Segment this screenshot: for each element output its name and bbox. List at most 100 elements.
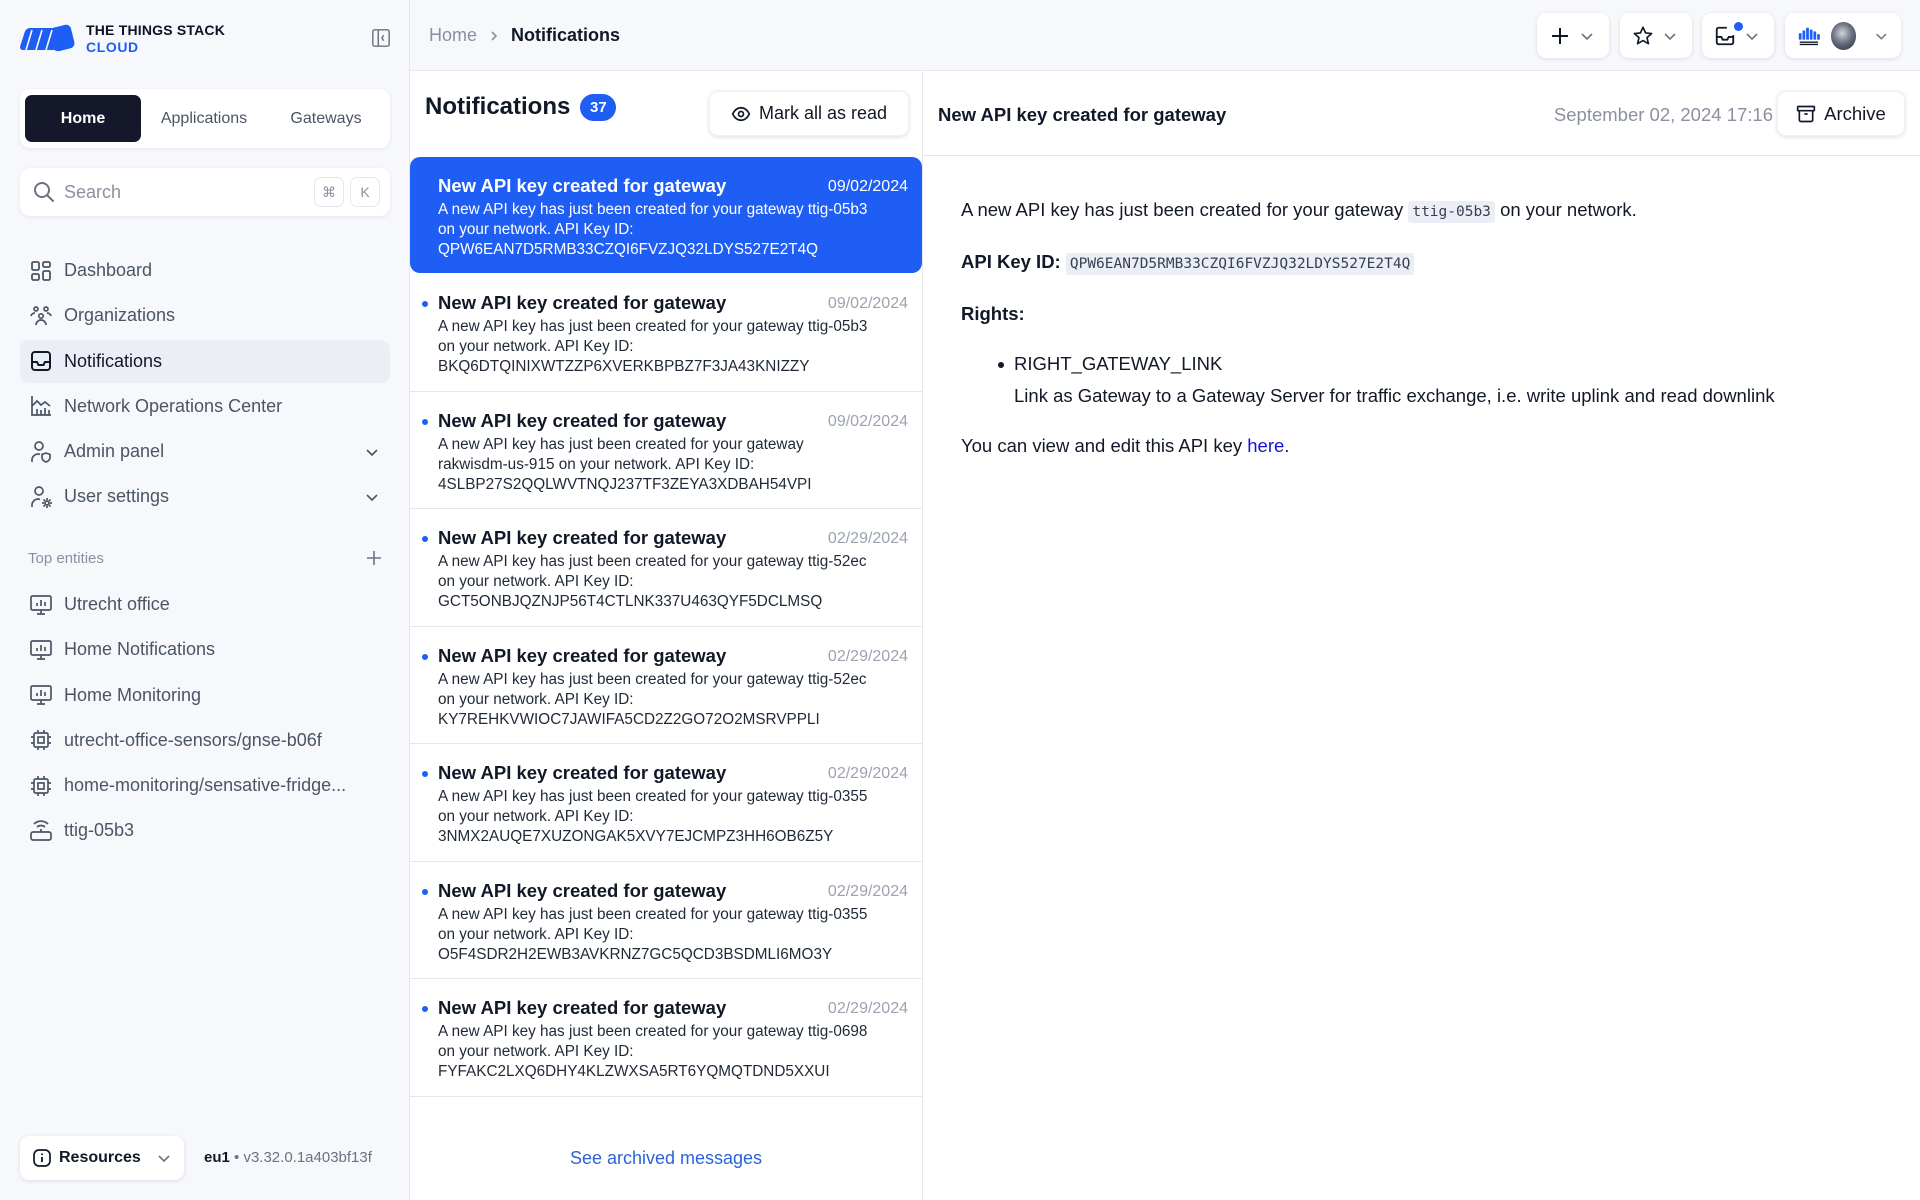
entity-item[interactable]: Utrecht office [20,583,390,626]
star-icon [1633,25,1653,45]
gateway-icon [30,820,52,841]
shortcut-key-k: K [350,177,380,207]
notification-date: 02/29/2024 [827,882,908,900]
sidebar-item-dashboard[interactable]: Dashboard [20,249,390,292]
tab-gateways[interactable]: Gateways [267,95,385,142]
notification-date: 09/02/2024 [827,178,908,195]
sidebar: THE THINGS STACK CLOUD Home Applications… [0,0,410,1200]
tab-applications[interactable]: Applications [141,95,267,142]
detail-body: A new API key has just been created for … [961,197,1775,483]
dashboard-icon [31,260,51,281]
application-icon [30,594,52,615]
sidebar-item-label: User settings [64,486,170,507]
add-entity-icon[interactable] [365,549,383,567]
notification-date: 02/29/2024 [827,647,908,665]
unread-dot [422,418,428,425]
user-shield-icon [31,440,51,463]
version-info: eu1 • v3.32.0.1a403bf13f [204,1149,372,1166]
sidebar-item-admin-panel[interactable]: Admin panel [20,430,390,473]
entity-item[interactable]: Home Notifications [20,628,390,671]
sidebar-item-label: Organizations [64,305,176,326]
sidebar-item-user-settings[interactable]: User settings [20,475,390,518]
user-menu-button[interactable] [1785,13,1901,58]
api-key-row: API Key ID: QPW6EAN7D5RMB33CZQI6FVZJQ32L… [961,249,1775,277]
notification-item[interactable]: New API key created for gateway 02/29/20… [410,979,922,1097]
notification-preview: A new API key has just been created for … [438,1023,868,1080]
unread-dot [422,653,428,660]
top-entities-header: Top entities [28,549,383,567]
brand-logo[interactable]: THE THINGS STACK CLOUD [18,22,225,56]
sidebar-item-network-operations-center[interactable]: Network Operations Center [20,385,390,428]
entity-label: utrecht-office-sensors/gnse-b06f [64,729,322,750]
resources-label: Resources [59,1149,141,1166]
entity-label: home-monitoring/sensative-fridge... [64,775,347,796]
notification-preview: A new API key has just been created for … [438,788,868,845]
application-icon [30,639,52,660]
entity-item[interactable]: ttig-05b3 [20,809,390,852]
top-entities-list: Utrecht office Home Notifications Home M… [20,583,390,855]
intro-text: A new API key has just been created for … [961,199,1404,220]
unread-indicator [1734,22,1743,31]
organization-logo-icon [1798,27,1820,45]
entity-item[interactable]: utrecht-office-sensors/gnse-b06f [20,719,390,762]
search-box[interactable]: ⌘ K [20,168,390,216]
archive-label: Archive [1824,102,1886,124]
rights-heading: Rights: [961,303,1025,324]
notification-date: 02/29/2024 [827,765,908,782]
breadcrumb-home[interactable]: Home [429,25,477,46]
notification-item[interactable]: New API key created for gateway 09/02/20… [410,392,922,509]
chevron-down-icon [158,1155,170,1163]
notification-preview: A new API key has just been created for … [438,553,867,610]
sidebar-item-organizations[interactable]: Organizations [20,294,390,337]
chart-icon [31,396,51,417]
chevron-down-icon [1746,32,1758,40]
create-menu-button[interactable] [1537,13,1609,58]
unread-dot [422,888,428,895]
detail-date: September 02, 2024 17:16 [1553,104,1773,125]
notification-item[interactable]: New API key created for gateway 02/29/20… [410,509,922,627]
notification-date: 02/29/2024 [827,1000,908,1017]
mark-all-read-button[interactable]: Mark all as read [709,91,909,136]
bookmarks-menu-button[interactable] [1620,13,1692,58]
entity-item[interactable]: Home Monitoring [20,674,390,717]
api-key-label: API Key ID: [961,251,1061,272]
sidebar-item-label: Dashboard [64,260,153,280]
bullet [998,362,1004,368]
inbox-icon [31,351,51,372]
resources-button[interactable]: Resources [20,1136,184,1180]
unread-dot [422,301,428,307]
sidebar-nav: Dashboard Organizations Notifications Ne… [20,249,390,521]
search-input[interactable] [64,181,308,203]
notification-item[interactable]: New API key created for gateway 02/29/20… [410,862,922,979]
sidebar-item-label: Network Operations Center [64,395,283,416]
notifications-menu-button[interactable] [1702,13,1774,58]
detail-footer: You can view and edit this API key here. [961,433,1775,459]
rights-list: RIGHT_GATEWAY_LINK Link as Gateway to a … [961,351,1775,409]
entity-item[interactable]: home-monitoring/sensative-fridge... [20,764,390,807]
notification-count-badge: 37 [580,93,617,121]
eye-icon [731,106,751,121]
context-switcher: Home Applications Gateways [20,89,390,148]
entity-label: Home Monitoring [64,684,202,705]
collapse-sidebar-button[interactable] [370,27,392,49]
unread-dot [422,771,428,777]
api-key-link[interactable]: here [1247,435,1284,456]
mark-all-read-label: Mark all as read [758,103,888,123]
chevron-down-icon [1581,32,1593,40]
notification-item[interactable]: New API key created for gateway 02/29/20… [410,744,922,862]
right-description: Link as Gateway to a Gateway Server for … [1014,385,1775,406]
footer-period: . [1284,435,1290,456]
gateway-id-code: ttig-05b3 [1408,201,1495,223]
notification-item[interactable]: New API key created for gateway 09/02/20… [410,274,922,392]
see-archived-messages-link[interactable]: See archived messages [410,1148,922,1169]
unread-dot [422,536,428,542]
notification-item[interactable]: New API key created for gateway 02/29/20… [410,627,922,744]
inbox-icon [1715,26,1735,45]
archive-button[interactable]: Archive [1777,91,1905,136]
breadcrumb: Home Notifications [429,25,620,46]
notification-item[interactable]: New API key created for gateway 09/02/20… [410,157,922,273]
tab-home[interactable]: Home [25,95,141,142]
sidebar-item-notifications[interactable]: Notifications [20,339,390,383]
info-icon [33,1149,51,1167]
chevron-down-icon [1876,33,1887,40]
